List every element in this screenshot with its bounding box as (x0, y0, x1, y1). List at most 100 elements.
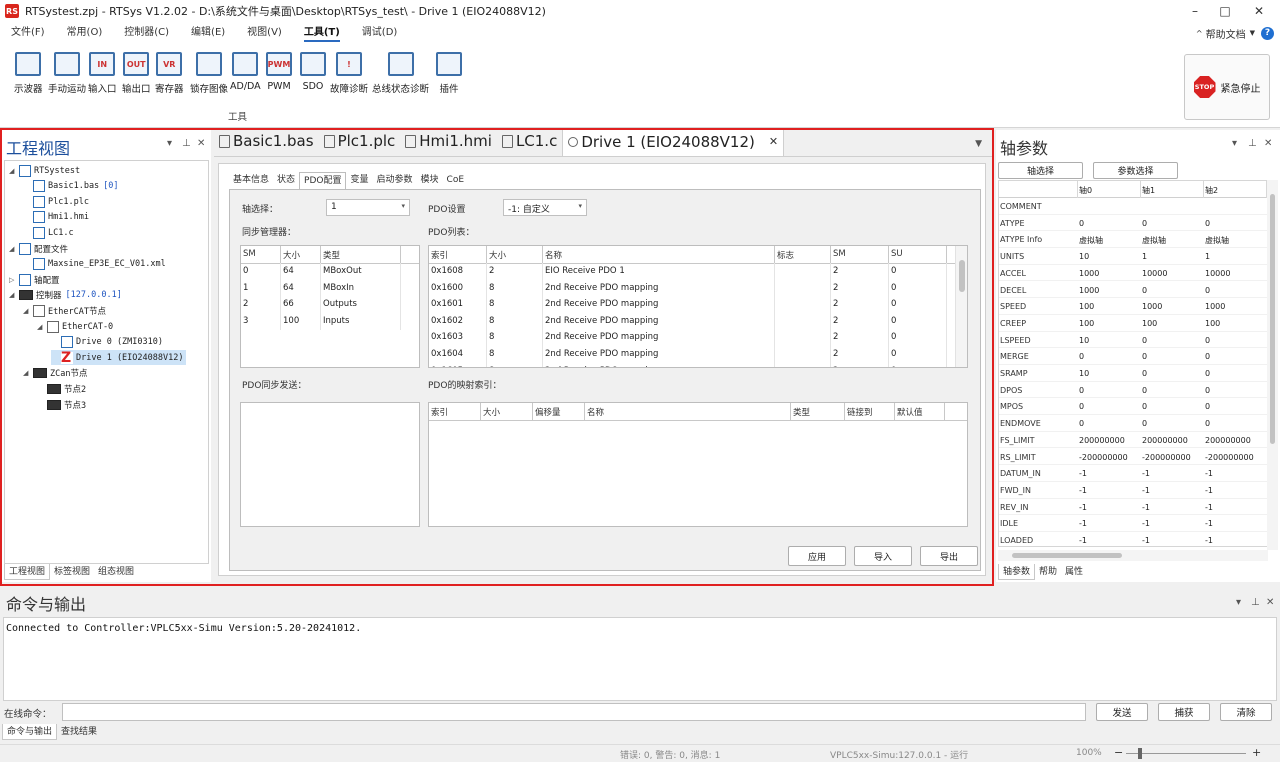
sync-table-header-cell[interactable]: 大小 (281, 246, 321, 263)
axis-param-value[interactable]: -1 (1204, 465, 1267, 482)
axis-param-value[interactable]: 10 (1078, 365, 1141, 382)
tree-item-drive-1[interactable]: Z Drive 1 (EIO24088V12) (51, 350, 187, 366)
map-table-header-cell[interactable]: 类型 (791, 403, 845, 420)
tree-item-file-basic1[interactable]: Basic1.bas [0] (23, 179, 119, 194)
axis-param-value[interactable]: 100 (1078, 315, 1141, 332)
menu-file[interactable]: 文件(F) (0, 22, 56, 44)
tree-item-project-root[interactable]: ◢ RTSystest (9, 163, 80, 178)
axis-param-row[interactable]: DECEL 1000 0 0 (999, 282, 1267, 299)
axis-param-value[interactable]: 10000 (1141, 265, 1204, 282)
scrollbar-thumb[interactable] (1012, 553, 1122, 558)
axis-param-value[interactable]: -1 (1204, 515, 1267, 532)
axis-param-value[interactable]: 0 (1141, 365, 1204, 382)
axis-column-header[interactable]: 轴2 (1204, 181, 1267, 198)
menu-debug[interactable]: 调试(D) (351, 22, 409, 44)
subtab-basic-info[interactable]: 基本信息 (229, 172, 273, 189)
axis-param-value[interactable]: 100 (1204, 315, 1267, 332)
pdo-table-header-cell[interactable]: 大小 (487, 246, 543, 263)
tree-item-zcan-node[interactable]: ◢ ZCan节点 (23, 366, 87, 381)
axis-param-value[interactable]: 1000 (1078, 282, 1141, 299)
pin-icon[interactable]: ⊥ (1251, 597, 1260, 608)
map-table-header-cell[interactable]: 链接到 (845, 403, 895, 420)
ribbon-button-9[interactable]: ! 故障诊断 (330, 52, 368, 95)
pdo-table-row[interactable]: 0x1608 2 EIO Receive PDO 120 (429, 263, 947, 280)
tree-item-axis-config[interactable]: ▷ 轴配置 (9, 272, 60, 287)
axis-param-value[interactable]: -1 (1078, 499, 1141, 516)
menu-view[interactable]: 视图(V) (236, 22, 293, 44)
axis-param-row[interactable]: ENDMOVE 0 0 0 (999, 415, 1267, 432)
axis-param-value[interactable]: 0 (1204, 415, 1267, 432)
tree-item-ethercat-0[interactable]: ◢ EtherCAT-0 (37, 319, 113, 334)
help-docs-menu[interactable]: ^ 帮助文档 ▼ ? (1196, 22, 1274, 44)
axis-param-value[interactable]: -1 (1141, 532, 1204, 546)
pdo-table-row[interactable]: 0x1602 8 2nd Receive PDO mapping 2 0 (429, 312, 947, 330)
ribbon-button-10[interactable]: 总线状态诊断 (372, 52, 429, 95)
axis-param-value[interactable]: 0 (1078, 215, 1141, 232)
panel-menu-icon[interactable]: ▾ (167, 138, 172, 149)
import-button[interactable]: 导入 (854, 546, 912, 566)
axis-param-value[interactable]: 0 (1204, 282, 1267, 299)
pdo-setting-select[interactable]: -1: 自定义 ▾ (503, 199, 587, 216)
axis-param-value[interactable]: -1 (1078, 482, 1141, 499)
axis-param-value[interactable]: -1 (1204, 482, 1267, 499)
ribbon-button-4[interactable]: VR 寄存器 (155, 52, 184, 95)
axis-param-value[interactable]: -1 (1141, 465, 1204, 482)
axis-param-row[interactable]: REV_IN -1 -1 -1 (999, 499, 1267, 516)
tab-lc1[interactable]: LC1.c (497, 129, 562, 156)
axis-param-value[interactable]: 100 (1078, 298, 1141, 315)
axis-column-header[interactable]: 轴0 (1078, 181, 1141, 198)
axis-param-value[interactable]: -1 (1204, 499, 1267, 516)
tree-item-file-plc1[interactable]: Plc1.plc (23, 194, 89, 209)
zoom-out-button[interactable]: − (1114, 746, 1123, 759)
axis-param-value[interactable]: 0 (1141, 282, 1204, 299)
pdo-table-header-cell[interactable]: SU (889, 246, 947, 263)
tab-command-output[interactable]: 命令与输出 (2, 724, 58, 740)
axis-column-header[interactable]: 轴1 (1141, 181, 1204, 198)
pin-icon[interactable]: ⊥ (182, 138, 191, 149)
menu-common[interactable]: 常用(O) (56, 22, 114, 44)
expand-arrow-icon[interactable]: ◢ (23, 307, 31, 315)
axis-param-value[interactable]: 200000000 (1078, 432, 1141, 449)
ribbon-button-3[interactable]: OUT 输出口 (122, 52, 151, 95)
axis-param-row[interactable]: SRAMP 10 0 0 (999, 365, 1267, 382)
ribbon-button-11[interactable]: 插件 (436, 52, 462, 95)
tree-item-node-2[interactable]: 节点2 (37, 381, 86, 396)
pin-icon[interactable]: ⊥ (1248, 138, 1257, 149)
ribbon-button-6[interactable]: AD/DA (230, 52, 261, 92)
axis-param-value[interactable]: -200000000 (1078, 449, 1141, 466)
panel-menu-icon[interactable]: ▾ (1232, 138, 1237, 149)
tree-item-node-3[interactable]: 节点3 (37, 397, 86, 412)
expand-arrow-icon[interactable]: ◢ (9, 167, 17, 175)
param-select-button[interactable]: 参数选择 (1093, 162, 1178, 179)
menu-edit[interactable]: 编辑(E) (180, 22, 236, 44)
axis-param-value[interactable]: 1 (1141, 248, 1204, 265)
pdo-table-row[interactable]: 0x1603 8 2nd Receive PDO mapping 2 0 (429, 329, 947, 347)
axis-param-value[interactable]: 虚拟轴 (1141, 231, 1204, 248)
tab-plc1[interactable]: Plc1.plc (319, 129, 401, 156)
axis-param-value[interactable]: 1 (1204, 248, 1267, 265)
tab-config-view[interactable]: 组态视图 (94, 564, 138, 580)
axis-param-value[interactable]: -1 (1141, 515, 1204, 532)
axis-param-value[interactable]: -1 (1078, 465, 1141, 482)
pdo-list-scrollbar[interactable] (955, 246, 967, 367)
expand-arrow-icon[interactable]: ◢ (37, 323, 45, 331)
tree-item-config-xml[interactable]: Maxsine_EP3E_EC_V01.xml (23, 257, 166, 272)
axis-param-value[interactable]: 1000 (1078, 265, 1141, 282)
pdo-table-row[interactable]: 0x1600 8 2nd Receive PDO mapping 2 0 (429, 279, 947, 297)
tab-axis-params[interactable]: 轴参数 (998, 564, 1036, 580)
axis-param-value[interactable]: 0 (1204, 398, 1267, 415)
axis-param-row[interactable]: LOADED -1 -1 -1 (999, 532, 1267, 546)
sync-table-header-cell[interactable]: SM (241, 246, 281, 263)
apply-button[interactable]: 应用 (788, 546, 846, 566)
subtab-coe[interactable]: CoE (443, 172, 468, 189)
axis-param-value[interactable]: 0 (1204, 215, 1267, 232)
zoom-slider-thumb[interactable] (1138, 748, 1142, 759)
map-table-header-cell[interactable]: 默认值 (895, 403, 945, 420)
axis-params-hscrollbar[interactable] (998, 550, 1268, 561)
axis-param-value[interactable]: 10000 (1204, 265, 1267, 282)
tab-drive1[interactable]: Drive 1 (EIO24088V12) ✕ (562, 129, 785, 156)
expand-arrow-icon[interactable]: ◢ (23, 369, 31, 377)
axis-param-value[interactable]: 0 (1204, 332, 1267, 349)
axis-param-value[interactable]: 0 (1204, 365, 1267, 382)
subtab-modules[interactable]: 模块 (417, 172, 443, 189)
